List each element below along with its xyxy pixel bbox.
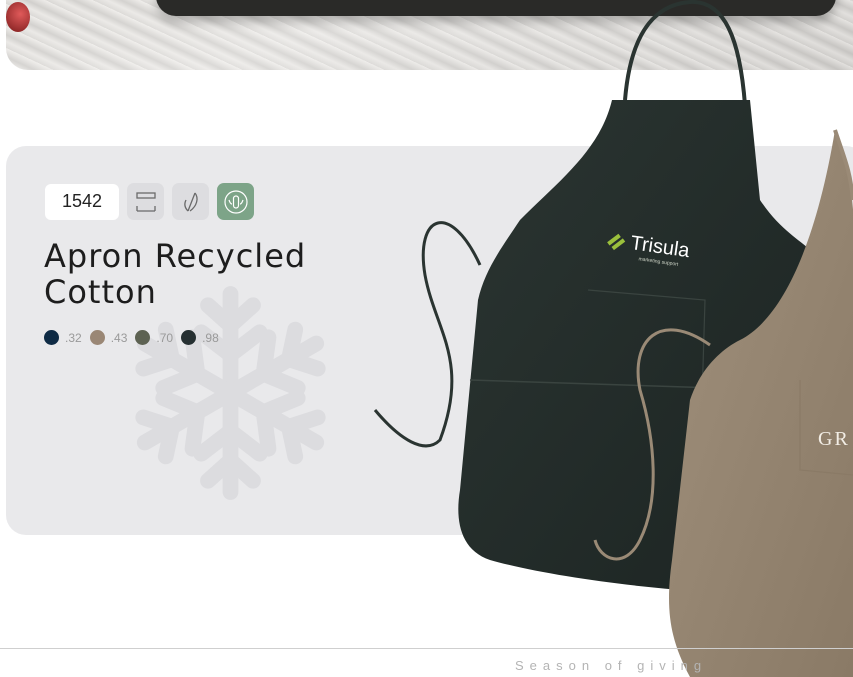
color-code: .32 <box>65 330 82 345</box>
color-swatches: .32 .43 .70 .98 <box>44 330 221 345</box>
apron-product-image: Trisula marketing support GR <box>373 0 853 677</box>
product-title-line2: Cotton <box>44 273 157 311</box>
color-swatch-olive[interactable] <box>135 330 151 345</box>
product-title-line1: Apron Recycled <box>44 237 307 275</box>
color-code: .70 <box>156 330 174 345</box>
color-swatch-charcoal[interactable] <box>181 330 197 345</box>
color-code: .98 <box>202 330 219 345</box>
apron-second-brand: GR <box>818 428 850 450</box>
color-code: .43 <box>110 330 128 345</box>
berry-decoration <box>6 2 30 32</box>
print-area-icon[interactable] <box>127 183 164 220</box>
product-badges: 1542 <box>45 183 254 220</box>
color-swatch-navy[interactable] <box>44 330 59 345</box>
snowflake-icon <box>118 286 343 508</box>
color-swatch-taupe[interactable] <box>89 330 105 345</box>
product-code: 1542 <box>45 183 119 220</box>
footer-divider <box>0 648 853 649</box>
embroidery-needle-icon[interactable] <box>172 183 209 220</box>
recycled-eco-icon[interactable] <box>217 183 254 220</box>
footer-text: Season of giving <box>515 658 708 673</box>
product-title: Apron Recycled Cotton <box>44 238 374 310</box>
